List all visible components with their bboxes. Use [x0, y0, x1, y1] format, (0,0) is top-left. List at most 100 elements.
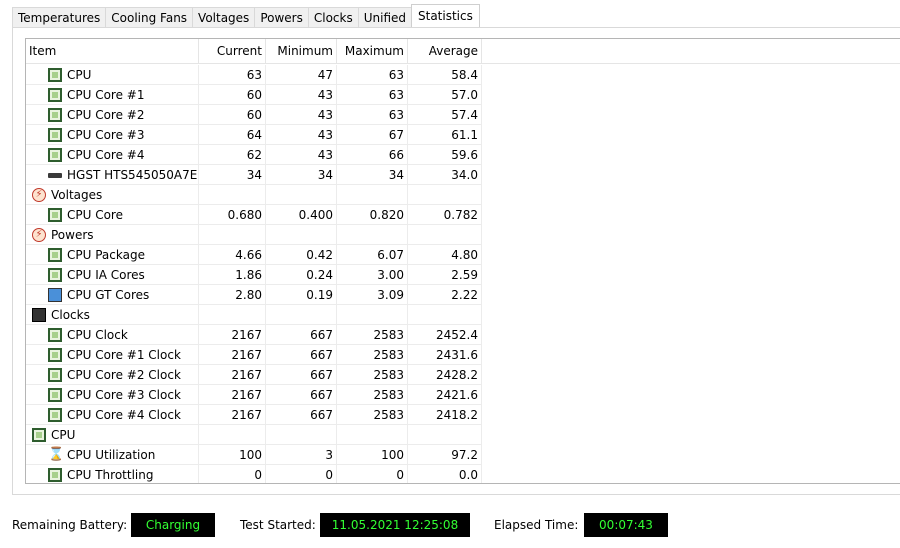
- item-cell: CPU Throttling: [26, 465, 199, 483]
- average-value: 2.59: [408, 265, 482, 285]
- voltage-bolt-icon: ⚡: [32, 188, 46, 202]
- cpu-chip-icon: [48, 208, 62, 222]
- minimum-value: 0.42: [266, 245, 337, 265]
- item-label: CPU Core #1 Clock: [67, 348, 181, 362]
- minimum-value: 0.400: [266, 205, 337, 225]
- item-cell: CPU Core #3 Clock: [26, 385, 199, 405]
- tab-temperatures[interactable]: Temperatures: [12, 7, 107, 27]
- item-label: CPU GT Cores: [67, 288, 150, 302]
- table-row[interactable]: CPU Core 0.680 0.400 0.820 0.782: [26, 205, 482, 225]
- current-value: 60: [199, 105, 266, 125]
- tab-powers[interactable]: Powers: [254, 7, 309, 27]
- column-header-average[interactable]: Average: [408, 39, 482, 63]
- table-row[interactable]: HGST HTS545050A7E... 34 34 34 34.0: [26, 165, 482, 185]
- maximum-value: 3.09: [337, 285, 408, 305]
- current-value: 0: [199, 465, 266, 483]
- minimum-value: 43: [266, 85, 337, 105]
- minimum-value: 34: [266, 165, 337, 185]
- tab-unified[interactable]: Unified: [357, 7, 412, 27]
- table-row[interactable]: CPU IA Cores 1.86 0.24 3.00 2.59: [26, 265, 482, 285]
- statistics-list[interactable]: Item Current Minimum Maximum Average CPU…: [25, 38, 900, 484]
- table-row[interactable]: CPU Core #4 Clock 2167 667 2583 2418.2: [26, 405, 482, 425]
- minimum-value: 667: [266, 325, 337, 345]
- average-value: 2421.6: [408, 385, 482, 405]
- maximum-value: 67: [337, 125, 408, 145]
- table-row[interactable]: CPU Core #2 Clock 2167 667 2583 2428.2: [26, 365, 482, 385]
- table-row[interactable]: CPU Core #2 60 43 63 57.4: [26, 105, 482, 125]
- cpu-chip-icon: [48, 468, 62, 482]
- table-row[interactable]: CPU Throttling 0 0 0 0.0: [26, 465, 482, 483]
- maximum-value: 6.07: [337, 245, 408, 265]
- group-row[interactable]: ⚡ Powers: [26, 225, 482, 245]
- item-cell: CPU Core #4 Clock: [26, 405, 199, 425]
- table-row[interactable]: CPU Core #4 62 43 66 59.6: [26, 145, 482, 165]
- maximum-value: 63: [337, 65, 408, 85]
- item-cell: CPU GT Cores: [26, 285, 199, 305]
- cpu-chip-icon: [48, 408, 62, 422]
- column-header-current[interactable]: Current: [199, 39, 266, 63]
- average-value: 2431.6: [408, 345, 482, 365]
- item-cell: CPU Package: [26, 245, 199, 265]
- average-value: 97.2: [408, 445, 482, 465]
- item-label: CPU Core #2: [67, 108, 145, 122]
- minimum-value: [266, 305, 337, 325]
- group-row[interactable]: CPU: [26, 425, 482, 445]
- table-row[interactable]: CPU Clock 2167 667 2583 2452.4: [26, 325, 482, 345]
- item-cell: CPU Core #3: [26, 125, 199, 145]
- average-value: [408, 305, 482, 325]
- cpu-chip-icon: [48, 148, 62, 162]
- table-row[interactable]: CPU Package 4.66 0.42 6.07 4.80: [26, 245, 482, 265]
- table-row[interactable]: CPU Core #3 Clock 2167 667 2583 2421.6: [26, 385, 482, 405]
- maximum-value: 34: [337, 165, 408, 185]
- test-started-box: 11.05.2021 12:25:08: [320, 513, 470, 537]
- item-cell: ⌛ CPU Utilization: [26, 445, 199, 465]
- tab-voltages[interactable]: Voltages: [192, 7, 256, 27]
- item-label: CPU Package: [67, 248, 145, 262]
- minimum-value: [266, 185, 337, 205]
- table-row[interactable]: ⌛ CPU Utilization 100 3 100 97.2: [26, 445, 482, 465]
- table-row[interactable]: CPU GT Cores 2.80 0.19 3.09 2.22: [26, 285, 482, 305]
- maximum-value: 2583: [337, 385, 408, 405]
- tab-cooling-fans[interactable]: Cooling Fans: [105, 7, 194, 27]
- hourglass-icon: ⌛: [48, 447, 65, 462]
- tab-clocks[interactable]: Clocks: [307, 7, 359, 27]
- column-header-maximum[interactable]: Maximum: [337, 39, 408, 63]
- cpu-chip-icon: [48, 368, 62, 382]
- item-cell: CPU Core #4: [26, 145, 199, 165]
- minimum-value: [266, 425, 337, 445]
- cpu-chip-icon: [48, 328, 62, 342]
- group-row[interactable]: Clocks: [26, 305, 482, 325]
- item-label: HGST HTS545050A7E...: [67, 168, 199, 182]
- table-row[interactable]: CPU Core #1 60 43 63 57.0: [26, 85, 482, 105]
- current-value: 63: [199, 65, 266, 85]
- group-row[interactable]: ⚡ Voltages: [26, 185, 482, 205]
- average-value: [408, 425, 482, 445]
- average-value: 61.1: [408, 125, 482, 145]
- table-row[interactable]: CPU Core #3 64 43 67 61.1: [26, 125, 482, 145]
- cpu-chip-icon: [48, 128, 62, 142]
- minimum-value: 667: [266, 385, 337, 405]
- item-cell: CPU: [26, 425, 199, 445]
- item-label: CPU: [51, 428, 76, 442]
- column-header-item[interactable]: Item: [26, 39, 199, 63]
- average-value: 34.0: [408, 165, 482, 185]
- item-cell: HGST HTS545050A7E...: [26, 165, 199, 185]
- average-value: [408, 185, 482, 205]
- minimum-value: 43: [266, 125, 337, 145]
- item-cell: CPU Core #2: [26, 105, 199, 125]
- table-row[interactable]: CPU 63 47 63 58.4: [26, 65, 482, 85]
- power-bolt-icon: ⚡: [32, 228, 46, 242]
- item-cell: CPU: [26, 65, 199, 85]
- column-header-minimum[interactable]: Minimum: [266, 39, 337, 63]
- minimum-value: 3: [266, 445, 337, 465]
- average-value: 0.782: [408, 205, 482, 225]
- battery-status-box: Charging: [131, 513, 215, 537]
- maximum-value: [337, 425, 408, 445]
- table-row[interactable]: CPU Core #1 Clock 2167 667 2583 2431.6: [26, 345, 482, 365]
- item-label: Powers: [51, 228, 94, 242]
- gpu-monitor-icon: [48, 288, 62, 302]
- average-value: 2.22: [408, 285, 482, 305]
- cpu-chip-icon: [48, 88, 62, 102]
- hard-disk-icon: [48, 173, 62, 178]
- tab-statistics[interactable]: Statistics: [411, 4, 480, 28]
